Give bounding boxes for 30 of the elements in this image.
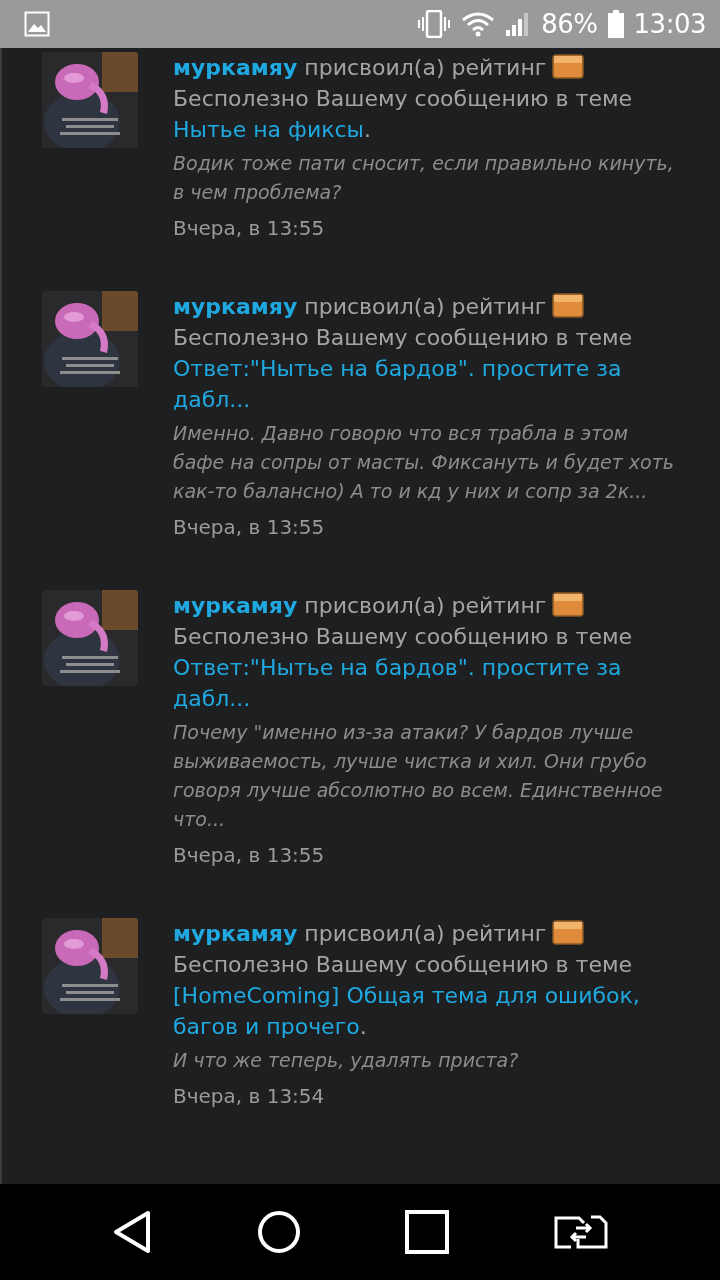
quote-text: Водик тоже пати сносит, если правильно кинуть, в чем проблема? (173, 151, 675, 205)
wifi-icon (461, 11, 496, 37)
username-link[interactable]: муркамяу (173, 55, 298, 80)
topic-link[interactable]: Ответ:"Нытье на бардов". простите за дабл... (173, 353, 683, 415)
notification-text: муркамяу присвоил(а) рейтинг Бесполезно Вашему сообщению в теме (173, 590, 634, 651)
topic-link[interactable]: [HomeComing] Общая тема для ошибок, багов и прочего. (173, 980, 683, 1042)
notification-date: Вчера, в 13:54 (173, 1083, 326, 1110)
username-link[interactable]: муркамяу (173, 921, 298, 946)
notification-text: муркамяу присвоил(а) рейтинг Бесполезно Вашему сообщению в теме (173, 291, 634, 352)
notification-text: муркамяу присвоил(а) рейтинг Бесполезно Вашему сообщению в теме (173, 918, 634, 979)
topic-link[interactable]: Нытье на фиксы. (173, 114, 683, 145)
box-icon (552, 53, 585, 79)
battery-percent: 86% (541, 9, 598, 39)
notification-text: муркамяу присвоил(а) рейтинг Бесполезно Вашему сообщению в теме (173, 52, 634, 113)
clock-time: 13:03 (633, 9, 706, 39)
topic-link[interactable]: Ответ:"Нытье на бардов". простите за дабл... (173, 652, 683, 714)
box-icon (552, 919, 585, 945)
image-icon (24, 11, 50, 37)
battery-icon (607, 10, 624, 38)
vibrate-icon (417, 10, 452, 38)
username-link[interactable]: муркамяу (173, 593, 298, 618)
username-link[interactable]: муркамяу (173, 294, 298, 319)
notification-date: Вчера, в 13:55 (173, 514, 326, 541)
notification-date: Вчера, в 13:55 (173, 215, 326, 242)
quote-text: Именно. Давно говорю что вся трабла в этом бафе на сопры от масты. Фиксануть и будет хоть как-то балансно) А то и кд у них и сопр за 2к... (173, 421, 675, 504)
notification-date: Вчера, в 13:55 (173, 842, 326, 869)
box-icon (552, 292, 585, 318)
box-icon (552, 591, 585, 617)
quote-text: Почему "именно из-за атаки? У бардов лучше выживаемость, лучше чистка и хил. Они грубо говоря лучше абсолютно во всем. Единственное что... (173, 720, 664, 832)
quote-text: И что же теперь, удалять приста? (173, 1048, 520, 1073)
